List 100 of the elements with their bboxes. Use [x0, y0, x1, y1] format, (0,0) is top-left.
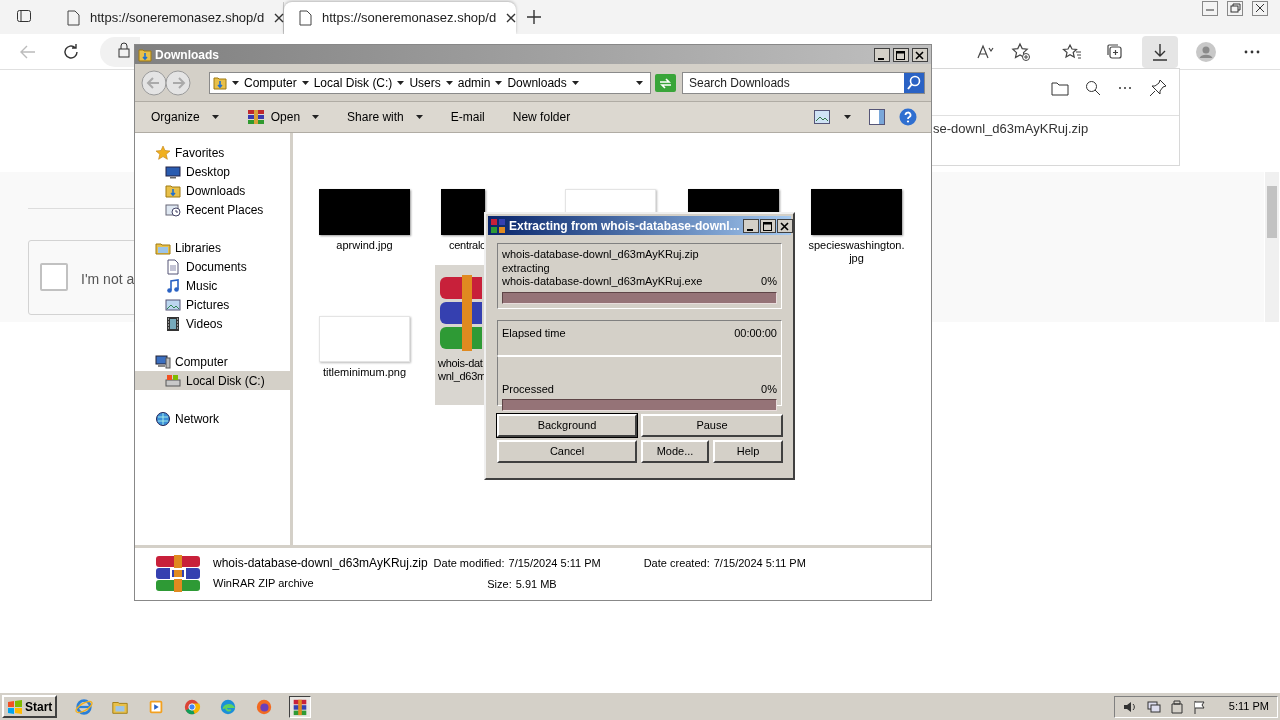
toolbar-button[interactable]: Share with — [345, 105, 425, 129]
captcha-checkbox[interactable] — [40, 263, 68, 291]
search-icon[interactable] — [904, 72, 924, 93]
sidebar-item[interactable]: Documents — [135, 257, 290, 276]
sidebar-item[interactable]: Pictures — [135, 295, 290, 314]
page-icon — [298, 10, 312, 26]
breadcrumb-item[interactable]: admin — [457, 73, 491, 92]
field-label: Date created: — [643, 556, 710, 571]
search-icon[interactable] — [1085, 80, 1101, 96]
toolbar-button[interactable]: New folder — [510, 105, 573, 129]
caret-icon[interactable] — [232, 80, 239, 85]
sidebar-item[interactable]: Favorites — [135, 143, 290, 162]
star-icon — [155, 144, 171, 161]
folder-icon[interactable] — [1051, 80, 1069, 96]
volume-icon[interactable] — [1122, 699, 1137, 714]
download-icon — [1150, 42, 1170, 62]
dialog-button[interactable]: Help — [713, 439, 783, 463]
flag-icon[interactable] — [1192, 699, 1207, 714]
add-favorite-icon[interactable] — [1011, 42, 1031, 62]
close-icon[interactable] — [506, 13, 517, 23]
field-value: 0% — [761, 382, 777, 396]
toolbar-button[interactable]: Open — [244, 105, 322, 129]
view-icon[interactable] — [814, 110, 830, 124]
sidebar-item[interactable]: Recent Places — [135, 200, 290, 219]
captcha-label: I'm not a — [81, 270, 135, 289]
breadcrumb-item[interactable]: Users — [409, 73, 441, 92]
caret-icon[interactable] — [844, 115, 851, 119]
preview-pane-icon[interactable] — [869, 109, 885, 125]
caret-icon[interactable] — [445, 80, 453, 85]
caret-icon[interactable] — [397, 80, 405, 85]
help-icon[interactable] — [899, 108, 917, 126]
profile-icon[interactable] — [1196, 42, 1216, 62]
archive-icon — [155, 554, 201, 594]
disk-icon — [165, 372, 181, 389]
archive-name: whois-database-downl_d63mAyKRuj.zip — [502, 248, 700, 262]
caret-icon[interactable] — [211, 115, 219, 119]
download-file-name[interactable]: se-downl_d63mAyKRuj.zip — [933, 119, 1089, 139]
maximize-icon[interactable] — [759, 218, 776, 233]
device-icon[interactable] — [1170, 699, 1183, 714]
search-field[interactable]: Search Downloads — [683, 72, 904, 93]
caret-icon[interactable] — [495, 80, 503, 85]
browser-tab[interactable]: https://soneremonasez.shop/d — [284, 2, 516, 34]
sidebar-item[interactable]: Local Disk (C:) — [135, 371, 290, 390]
address-bar[interactable]: Computer Local Disk (C:) Users admin Downloads — [209, 71, 651, 94]
breadcrumb-item[interactable]: Computer — [244, 73, 297, 92]
status-text: extracting — [502, 261, 551, 275]
folder-icon — [213, 75, 227, 90]
field-label: Date modified: — [433, 556, 505, 571]
minimize-icon[interactable] — [742, 218, 759, 233]
close-icon[interactable] — [776, 218, 793, 233]
file-name: aprwind.jpg — [336, 239, 393, 252]
downloads-button[interactable] — [1142, 36, 1178, 68]
lock-icon[interactable] — [117, 42, 131, 58]
field-label: Size: — [487, 576, 512, 592]
page-icon — [66, 10, 80, 26]
new-tab-icon[interactable] — [526, 9, 542, 25]
sidebar-item[interactable]: Libraries — [135, 238, 290, 257]
folder-icon — [138, 47, 152, 62]
network-icon[interactable] — [1146, 699, 1161, 714]
tab-title: https://soneremonasez.shop/d — [322, 9, 497, 28]
start-button[interactable]: Start — [2, 695, 58, 718]
tab-title: https://soneremonasez.shop/d — [90, 9, 265, 28]
file-item[interactable]: specieswashington. jpg — [795, 188, 918, 265]
caret-icon[interactable] — [301, 80, 309, 85]
caret-icon[interactable] — [312, 115, 320, 119]
dialog-button[interactable]: Mode... — [641, 439, 709, 463]
close-icon[interactable] — [912, 47, 928, 62]
field-label: Elapsed time — [502, 325, 566, 341]
dialog-button[interactable]: Pause — [641, 413, 783, 437]
breadcrumb-item[interactable]: Downloads — [507, 73, 567, 92]
image-thumbnail[interactable] — [565, 189, 656, 213]
toolbar-button[interactable]: E-mail — [448, 105, 487, 129]
caret-icon[interactable] — [415, 115, 423, 119]
toolbar-button[interactable]: Organize — [149, 105, 221, 129]
collections-icon[interactable] — [1105, 42, 1125, 62]
tab-actions-icon[interactable] — [16, 8, 32, 24]
caret-icon[interactable] — [571, 80, 579, 85]
caret-icon[interactable] — [636, 80, 643, 85]
sidebar-item[interactable]: Downloads — [135, 181, 290, 200]
sidebar-item[interactable]: Computer — [135, 352, 290, 371]
close-icon[interactable] — [274, 13, 285, 23]
pin-icon[interactable] — [1149, 79, 1167, 97]
clock: 5:11 PM — [1228, 699, 1269, 715]
sidebar-item[interactable]: Network — [135, 409, 290, 428]
search-box[interactable]: Search Downloads — [682, 71, 925, 94]
field-value: 7/15/2024 5:11 PM — [713, 556, 806, 571]
minimize-icon[interactable] — [874, 47, 890, 62]
dialog-button[interactable]: Background — [497, 413, 637, 437]
file-item[interactable]: aprwind.jpg — [303, 188, 426, 252]
favorites-icon[interactable] — [1062, 42, 1082, 62]
scrollbar[interactable] — [1265, 172, 1279, 322]
refresh-icon[interactable] — [61, 42, 81, 62]
image-thumbnail[interactable] — [688, 189, 779, 213]
sidebar-item[interactable]: Music — [135, 276, 290, 295]
file-item[interactable]: titleminimum.png — [303, 315, 426, 379]
dialog-button[interactable]: Cancel — [497, 439, 637, 463]
sidebar-item[interactable]: Videos — [135, 314, 290, 333]
breadcrumb-item[interactable]: Local Disk (C:) — [313, 73, 393, 92]
maximize-icon[interactable] — [893, 47, 909, 62]
sidebar-item[interactable]: Desktop — [135, 162, 290, 181]
